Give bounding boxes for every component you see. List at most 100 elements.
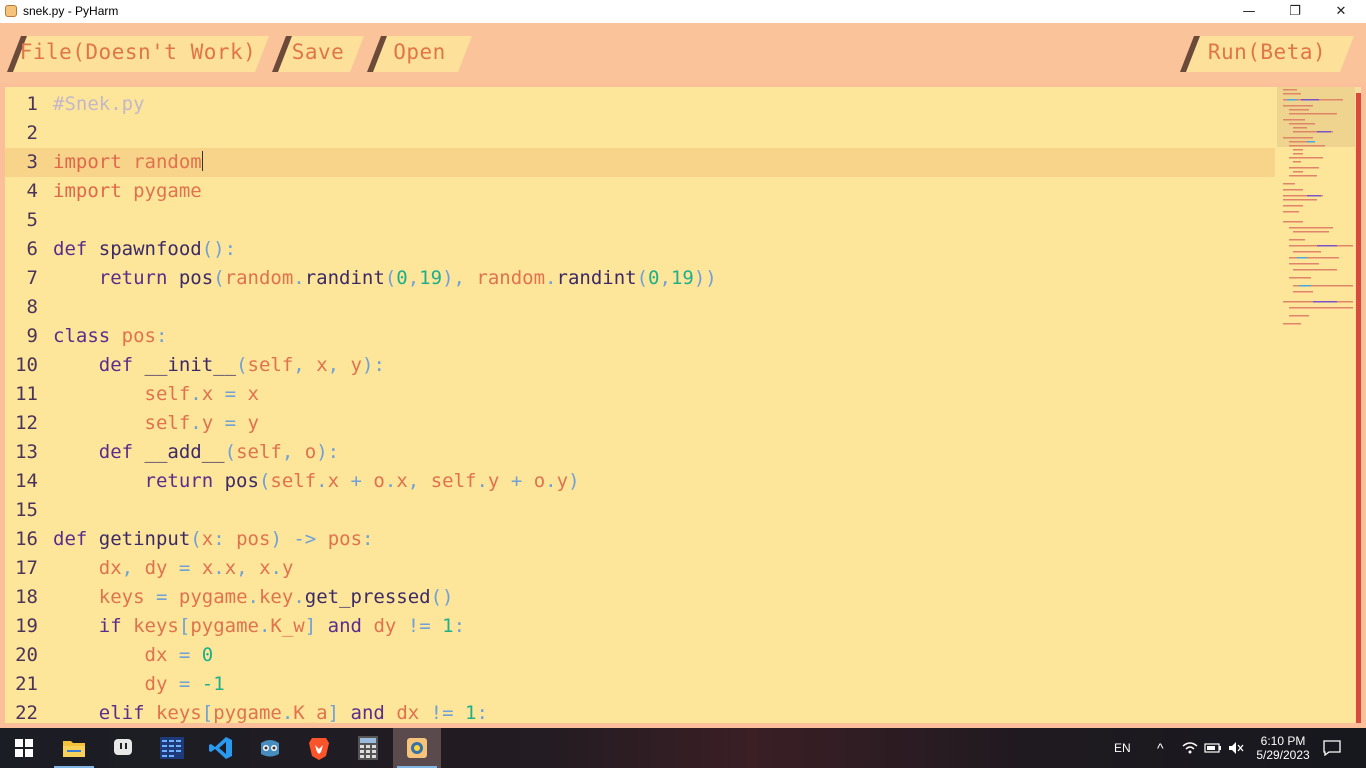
code-line[interactable]: 16 def getinput(x: pos) -> pos: xyxy=(5,525,1275,554)
language-indicator[interactable]: EN xyxy=(1114,728,1131,768)
line-code[interactable]: self.y = y xyxy=(53,409,259,438)
line-number: 10 xyxy=(15,354,38,376)
run-button[interactable]: Run(Beta) xyxy=(1180,36,1354,72)
code-editor[interactable]: 1 #Snek.py 2 3 import random 4 import pygam… xyxy=(5,87,1361,723)
save-button-label: Save xyxy=(291,40,345,64)
notifications-icon[interactable] xyxy=(1323,728,1341,768)
battery-icon[interactable] xyxy=(1204,728,1222,768)
volume-muted-icon[interactable] xyxy=(1228,728,1244,768)
line-code[interactable]: return pos(random.randint(0,19), random.… xyxy=(53,264,717,293)
line-number: 9 xyxy=(26,325,38,347)
line-number: 1 xyxy=(26,93,38,115)
taskbar: EN ^ 6:10 PM 5/29/2023 xyxy=(0,728,1366,768)
open-button-label: Open xyxy=(393,40,446,64)
line-code[interactable]: def getinput(x: pos) -> pos: xyxy=(53,525,373,554)
code-line[interactable]: 4 import pygame xyxy=(5,177,1275,206)
chevron-up-icon[interactable]: ^ xyxy=(1157,728,1164,768)
line-code[interactable]: class pos: xyxy=(53,322,167,351)
minimize-button[interactable]: — xyxy=(1226,0,1272,23)
line-code[interactable]: def spawnfood(): xyxy=(53,235,236,264)
scrollbar-thumb[interactable] xyxy=(1356,93,1361,723)
code-line[interactable]: 7 return pos(random.randint(0,19), rando… xyxy=(5,264,1275,293)
godot-icon[interactable] xyxy=(246,728,294,768)
run-button-label: Run(Beta) xyxy=(1207,40,1327,64)
twitch-icon[interactable] xyxy=(99,728,147,768)
line-code[interactable]: dy = -1 xyxy=(53,670,225,699)
windows-start-icon[interactable] xyxy=(0,728,48,768)
line-code[interactable]: import pygame xyxy=(53,177,202,206)
code-line[interactable]: 19 if keys[pygame.K_w] and dy != 1: xyxy=(5,612,1275,641)
brave-icon[interactable] xyxy=(295,728,343,768)
title-bar: snek.py - PyHarm — ❐ ✕ xyxy=(0,0,1366,23)
line-code[interactable]: #Snek.py xyxy=(53,90,145,119)
code-line[interactable]: 8 xyxy=(5,293,1275,322)
calculator-icon[interactable] xyxy=(344,728,392,768)
line-number: 22 xyxy=(15,702,38,723)
code-line[interactable]: 6 def spawnfood(): xyxy=(5,235,1275,264)
text-caret xyxy=(201,151,203,171)
window-title: snek.py - PyHarm xyxy=(23,4,119,18)
file-button-label: File(Doesn't Work) xyxy=(19,40,257,64)
code-line[interactable]: 13 def __add__(self, o): xyxy=(5,438,1275,467)
line-number: 3 xyxy=(26,151,38,173)
line-code[interactable]: return pos(self.x + o.x, self.y + o.y) xyxy=(53,467,580,496)
code-line[interactable]: 22 elif keys[pygame.K_a] and dx != 1: xyxy=(5,699,1275,723)
line-number: 15 xyxy=(15,499,38,521)
code-line[interactable]: 1 #Snek.py xyxy=(5,90,1275,119)
line-number: 20 xyxy=(15,644,38,666)
line-number: 13 xyxy=(15,441,38,463)
file-explorer-icon[interactable] xyxy=(50,728,98,768)
line-code[interactable]: if keys[pygame.K_w] and dy != 1: xyxy=(53,612,465,641)
open-button[interactable]: Open xyxy=(367,36,472,72)
line-number: 21 xyxy=(15,673,38,695)
line-number: 11 xyxy=(15,383,38,405)
line-number: 16 xyxy=(15,528,38,550)
line-code[interactable]: import random xyxy=(53,148,203,177)
close-button[interactable]: ✕ xyxy=(1318,0,1364,23)
code-line[interactable]: 14 return pos(self.x + o.x, self.y + o.y… xyxy=(5,467,1275,496)
line-number: 19 xyxy=(15,615,38,637)
line-number: 12 xyxy=(15,412,38,434)
clock-time: 6:10 PM xyxy=(1260,734,1306,748)
code-line[interactable]: 11 self.x = x xyxy=(5,380,1275,409)
file-button[interactable]: File(Doesn't Work) xyxy=(7,36,269,72)
line-code[interactable]: keys = pygame.key.get_pressed() xyxy=(53,583,454,612)
line-code[interactable]: def __init__(self, x, y): xyxy=(53,351,385,380)
line-number: 8 xyxy=(26,296,38,318)
line-number: 14 xyxy=(15,470,38,492)
app-icon xyxy=(5,5,17,17)
code-line[interactable]: 2 xyxy=(5,119,1275,148)
line-code[interactable]: dx, dy = x.x, x.y xyxy=(53,554,294,583)
code-line[interactable]: 20 dx = 0 xyxy=(5,641,1275,670)
code-line[interactable]: 5 xyxy=(5,206,1275,235)
line-code[interactable]: dx = 0 xyxy=(53,641,214,670)
line-code[interactable]: self.x = x xyxy=(53,380,259,409)
maximize-button[interactable]: ❐ xyxy=(1272,0,1318,23)
code-line[interactable]: 3 import random xyxy=(5,148,1275,177)
line-code[interactable]: elif keys[pygame.K_a] and dx != 1: xyxy=(53,699,488,723)
line-number: 7 xyxy=(26,267,38,289)
code-line[interactable]: 21 dy = -1 xyxy=(5,670,1275,699)
line-number: 2 xyxy=(26,122,38,144)
pyharm-taskbar-icon[interactable] xyxy=(393,728,441,768)
code-line[interactable]: 10 def __init__(self, x, y): xyxy=(5,351,1275,380)
vs-code-icon[interactable] xyxy=(197,728,245,768)
line-number: 4 xyxy=(26,180,38,202)
code-line[interactable]: 12 self.y = y xyxy=(5,409,1275,438)
clock-date: 5/29/2023 xyxy=(1256,748,1310,762)
line-number: 18 xyxy=(15,586,38,608)
code-line[interactable]: 17 dx, dy = x.x, x.y xyxy=(5,554,1275,583)
code-line[interactable]: 9 class pos: xyxy=(5,322,1275,351)
task-grid-icon[interactable] xyxy=(148,728,196,768)
code-line[interactable]: 15 xyxy=(5,496,1275,525)
code-line[interactable]: 18 keys = pygame.key.get_pressed() xyxy=(5,583,1275,612)
line-number: 17 xyxy=(15,557,38,579)
line-code[interactable]: def __add__(self, o): xyxy=(53,438,339,467)
minimap[interactable] xyxy=(1277,87,1355,337)
clock[interactable]: 6:10 PM 5/29/2023 xyxy=(1256,728,1310,768)
save-button[interactable]: Save xyxy=(272,36,364,72)
toolbar: File(Doesn't Work) Save Open Run(Beta) xyxy=(0,23,1366,83)
network-icon[interactable] xyxy=(1182,728,1198,768)
line-number: 5 xyxy=(26,209,38,231)
line-number: 6 xyxy=(26,238,38,260)
